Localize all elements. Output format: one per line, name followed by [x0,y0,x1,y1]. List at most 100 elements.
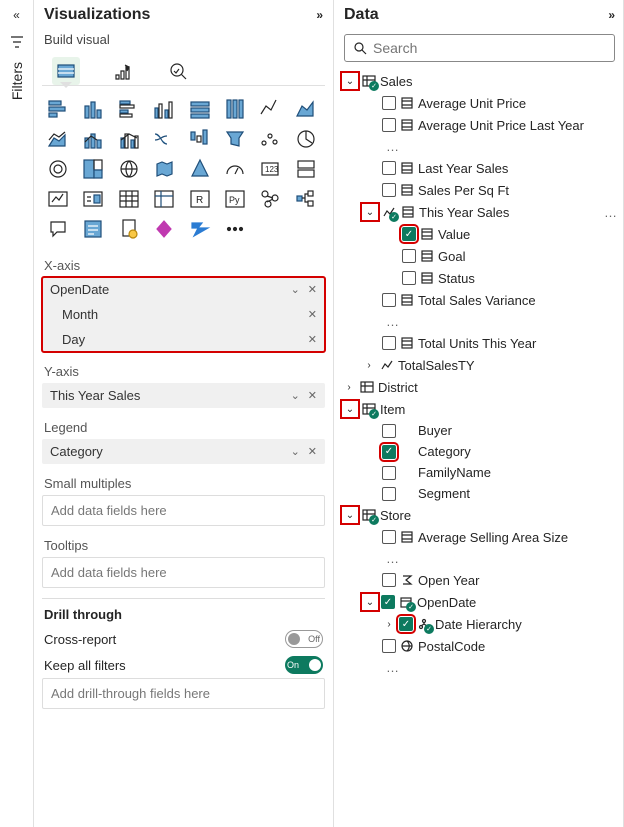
hundred-stacked-column-icon[interactable] [221,96,249,122]
field-total-sales-ty[interactable]: TotalSalesTY [398,358,475,373]
ribbon-chart-icon[interactable] [150,126,178,152]
kpi-icon[interactable] [44,186,72,212]
r-visual-icon[interactable]: R [186,186,214,212]
checkbox[interactable] [382,336,396,350]
scatter-chart-icon[interactable] [256,126,284,152]
expand-filters-icon[interactable]: « [13,8,20,22]
expand-icon[interactable]: › [382,619,396,630]
area-chart-icon[interactable] [292,96,320,122]
key-influencers-icon[interactable] [256,186,284,212]
decomposition-tree-icon[interactable] [292,186,320,212]
checkbox[interactable] [382,573,396,587]
filters-pane-collapsed[interactable]: « Filters [0,0,34,827]
checkbox[interactable] [382,424,396,438]
legend-well[interactable]: Category⌄✕ [42,439,325,464]
field-total-sales-variance[interactable]: Total Sales Variance [418,293,536,308]
line-clustered-column-icon[interactable] [115,126,143,152]
x-axis-well[interactable]: OpenDate⌄✕ Month✕ Day✕ [42,277,325,352]
expand-item-icon[interactable]: ⌄ [342,401,358,417]
field-avg-unit-price[interactable]: Average Unit Price [418,96,526,111]
field-category[interactable]: Category [418,444,471,459]
checkbox[interactable] [382,183,396,197]
checkbox[interactable] [402,249,416,263]
table-district[interactable]: District [378,380,418,395]
field-avg-selling-area[interactable]: Average Selling Area Size [418,530,568,545]
power-apps-icon[interactable] [150,216,178,242]
line-stacked-column-icon[interactable] [79,126,107,152]
checkbox[interactable] [382,466,396,480]
checkbox-checked[interactable]: ✓ [399,617,413,631]
checkbox[interactable] [382,96,396,110]
waterfall-chart-icon[interactable] [186,126,214,152]
clustered-column-chart-icon[interactable] [150,96,178,122]
field-postal-code[interactable]: PostalCode [418,639,485,654]
donut-chart-icon[interactable] [44,156,72,182]
chevron-down-icon[interactable]: ⌄ [291,445,300,458]
cross-report-toggle[interactable]: Off [285,630,323,648]
remove-icon[interactable]: ✕ [308,389,317,402]
checkbox[interactable] [402,271,416,285]
field-goal[interactable]: Goal [438,249,465,264]
x-axis-field-month[interactable]: Month [62,307,98,322]
stacked-area-chart-icon[interactable] [44,126,72,152]
checkbox[interactable] [382,639,396,653]
legend-field[interactable]: Category [50,444,103,459]
more-icon[interactable]: … [382,551,399,566]
stacked-bar-chart-icon[interactable] [44,96,72,122]
power-automate-icon[interactable] [186,216,214,242]
filled-map-icon[interactable] [150,156,178,182]
expand-sales-icon[interactable]: ⌄ [342,73,358,89]
chevron-down-icon[interactable]: ⌄ [291,283,300,296]
field-last-year-sales[interactable]: Last Year Sales [418,161,508,176]
collapse-viz-icon[interactable]: » [316,8,323,22]
keep-all-filters-toggle[interactable]: On [285,656,323,674]
search-input[interactable] [373,40,606,56]
analytics-tab[interactable] [164,57,192,85]
py-visual-icon[interactable]: Py [221,186,249,212]
table-sales[interactable]: Sales [380,74,413,89]
slicer-icon[interactable] [79,186,107,212]
more-icon[interactable]: … [382,660,399,675]
smart-narrative-icon[interactable] [79,216,107,242]
y-axis-field[interactable]: This Year Sales [50,388,140,403]
checkbox-checked[interactable]: ✓ [402,227,416,241]
checkbox[interactable] [382,118,396,132]
more-icon[interactable]: … [600,205,617,220]
tooltips-well[interactable]: Add data fields here [42,557,325,588]
hundred-stacked-bar-icon[interactable] [186,96,214,122]
field-segment[interactable]: Segment [418,486,470,501]
stacked-column-chart-icon[interactable] [79,96,107,122]
expand-store-icon[interactable]: ⌄ [342,507,358,523]
collapse-data-icon[interactable]: » [608,8,615,22]
small-multiples-well[interactable]: Add data fields here [42,495,325,526]
field-open-year[interactable]: Open Year [418,573,479,588]
search-box[interactable] [344,34,615,62]
field-open-date[interactable]: OpenDate [417,595,476,610]
drill-through-well[interactable]: Add drill-through fields here [42,678,325,709]
field-status[interactable]: Status [438,271,475,286]
pie-chart-icon[interactable] [292,126,320,152]
expand-icon[interactable]: › [362,360,376,371]
expand-icon[interactable]: › [342,382,356,393]
table-icon[interactable] [115,186,143,212]
matrix-icon[interactable] [150,186,178,212]
table-item[interactable]: Item [380,402,405,417]
azure-map-icon[interactable] [186,156,214,182]
checkbox[interactable] [382,293,396,307]
field-total-units-ty[interactable]: Total Units This Year [418,336,536,351]
field-sales-per-sqft[interactable]: Sales Per Sq Ft [418,183,509,198]
paginated-report-icon[interactable] [115,216,143,242]
expand-this-year-sales-icon[interactable]: ⌄ [362,204,378,220]
checkbox[interactable] [382,530,396,544]
y-axis-well[interactable]: This Year Sales⌄✕ [42,383,325,408]
field-date-hierarchy[interactable]: Date Hierarchy [435,617,522,632]
card-icon[interactable]: 123 [256,156,284,182]
map-icon[interactable] [115,156,143,182]
gauge-icon[interactable] [221,156,249,182]
x-axis-field-opendate[interactable]: OpenDate [50,282,109,297]
checkbox[interactable] [382,161,396,175]
checkbox-checked[interactable]: ✓ [381,595,395,609]
more-visuals-icon[interactable] [221,216,249,242]
table-store[interactable]: Store [380,508,411,523]
remove-icon[interactable]: ✕ [308,333,317,346]
